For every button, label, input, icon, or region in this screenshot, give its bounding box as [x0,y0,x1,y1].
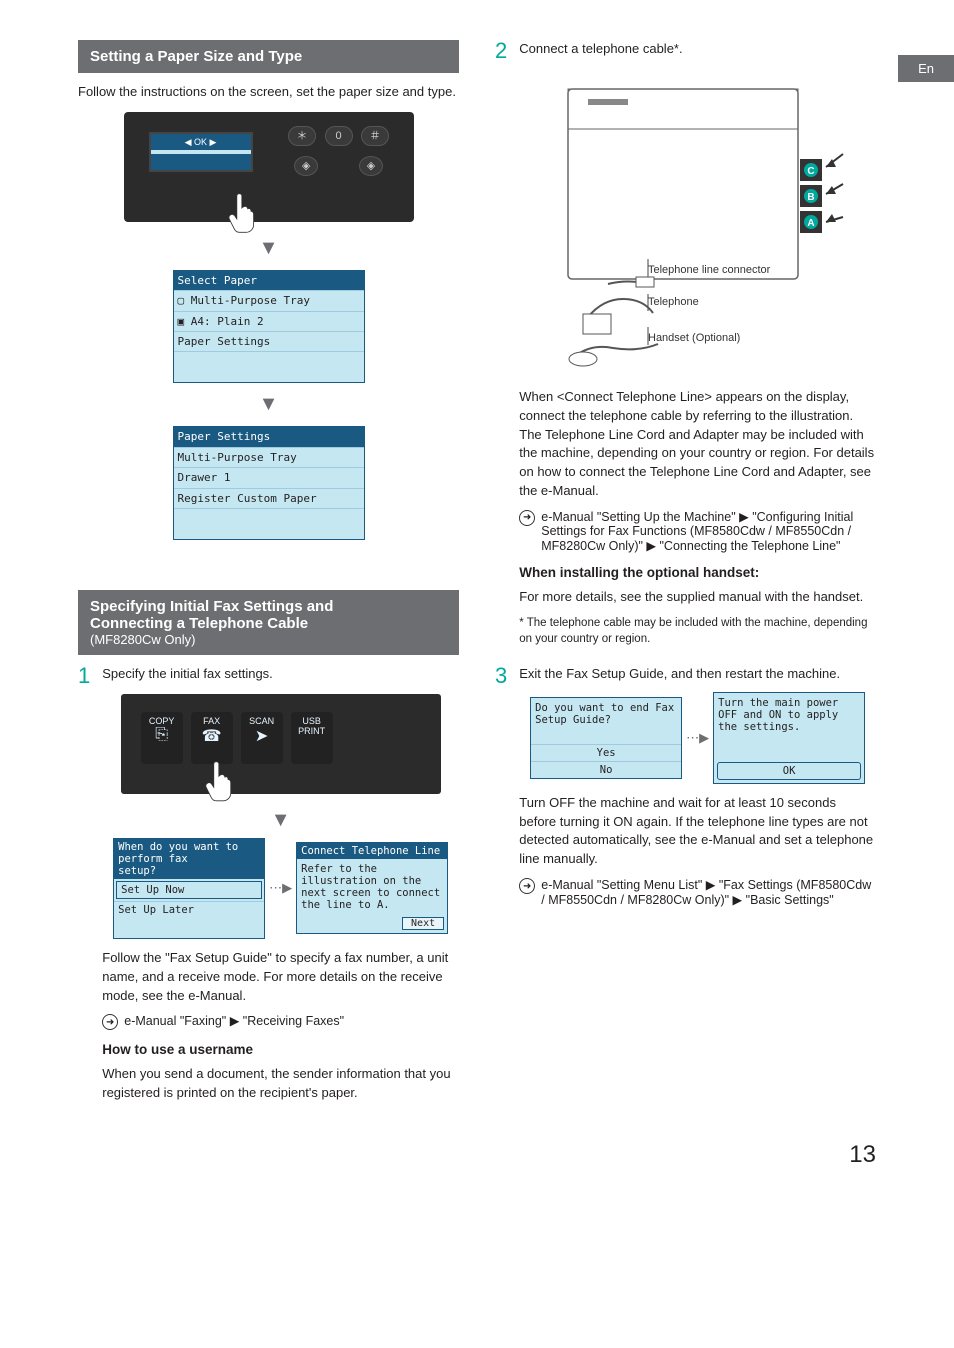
port-a-label: A [807,218,814,229]
transition-dots-icon: ⋯▶ [269,880,292,896]
lcd3b-body: Turn the main power OFF and ON to apply … [714,693,864,737]
copy-mode-button: COPY⎘ [141,712,183,764]
lcd2-body: Refer to the illustration on the next sc… [297,859,447,915]
emanual-reference: ➜ e-Manual "Setting Up the Machine" ▶ "C… [519,509,876,553]
step3-text: Exit the Fax Setup Guide, and then resta… [519,665,876,684]
ok-button: OK [717,762,861,780]
next-button: Next [402,917,444,930]
no-option: No [531,761,681,778]
transition-dots-icon: ⋯▶ [686,730,709,746]
step3-paragraph: Turn OFF the machine and wait for at lea… [519,794,876,869]
emanual-bullet-icon: ➜ [519,878,535,894]
exit-guide-lcd-b: Turn the main power OFF and ON to apply … [713,692,865,784]
mode-panel-illustration: COPY⎘ FAX☎ SCAN➤ USB PRINT [121,694,441,794]
step1-note: Follow the "Fax Setup Guide" to specify … [102,949,459,1006]
scan-mode-button: SCAN➤ [241,712,283,764]
port-c-label: C [807,166,814,177]
device-panel-illustration: ◀ OK ▶ ＊ 0 ＃ ◈ ◈ [78,112,459,227]
diamond-button-2: ◈ [359,156,383,176]
telephone-line-connector-label: Telephone line connector [648,264,771,276]
lcd-paper-settings: Paper Settings Multi-Purpose Tray Drawer… [173,426,365,540]
step2-text: Connect a telephone cable*. [519,40,876,59]
emanual-text: e-Manual "Setting Menu List" ▶ "Fax Sett… [541,877,876,907]
keypad-star-button: ＊ [288,126,316,146]
section-title-line2: Connecting a Telephone Cable [90,615,447,632]
handset-label: Handset (Optional) [648,332,740,344]
lcd2-option: Set Up Now [116,881,262,899]
step-number: 1 [78,665,90,1111]
lcd-row: Multi-Purpose Tray [174,447,364,467]
left-column: Setting a Paper Size and Type Follow the… [78,40,459,1111]
lcd-select-paper: Select Paper ▢ Multi-Purpose Tray ▣ A4: … [173,270,365,384]
emanual-reference: ➜ e-Manual "Setting Menu List" ▶ "Fax Se… [519,877,876,907]
emanual-reference: ➜ e-Manual "Faxing" ▶ "Receiving Faxes" [102,1013,459,1030]
username-paragraph: When you send a document, the sender inf… [102,1065,459,1103]
page-number: 13 [78,1141,876,1169]
emanual-text: e-Manual "Setting Up the Machine" ▶ "Con… [541,509,876,553]
nav-keys-label: ◀ OK ▶ [151,134,251,150]
fax-setup-lcd-b: Connect Telephone Line Refer to the illu… [296,842,448,934]
lcd3a-body: Do you want to end Fax Setup Guide? [531,698,681,730]
section-title: Setting a Paper Size and Type [90,48,302,65]
keypad-zero-button: 0 [325,126,353,146]
usb-mode-button: USB PRINT [291,712,333,764]
lcd-row: Drawer 1 [174,467,364,487]
fax-setup-lcd-a: When do you want to perform faxsetup? Se… [113,838,265,939]
arrow-down-icon: ▼ [78,237,459,260]
handset-paragraph: For more details, see the supplied manua… [519,588,876,607]
step1-text: Specify the initial fax settings. [102,665,459,684]
emanual-text: e-Manual "Faxing" ▶ "Receiving Faxes" [124,1013,344,1028]
lcd2-title: Connect Telephone Line [297,843,447,859]
footnote: * The telephone cable may be included wi… [519,615,876,647]
printer-illustration: C B A [519,69,876,374]
lcd2-option: Set Up Later [114,901,264,918]
handset-heading: When installing the optional handset: [519,565,876,580]
finger-pointer-icon [201,760,235,810]
emanual-bullet-icon: ➜ [102,1014,118,1030]
keypad-hash-button: ＃ [361,126,389,146]
lcd-row: ▣ A4: Plain 2 [174,311,364,331]
finger-pointer-icon [224,192,258,234]
lcd2-title-l2: setup? [118,865,156,877]
language-tab: En [898,55,954,82]
telephone-label: Telephone [648,296,699,308]
emanual-bullet-icon: ➜ [519,510,535,526]
step-number: 3 [495,665,507,915]
section-header-fax: Specifying Initial Fax Settings and Conn… [78,590,459,655]
arrow-down-icon: ▼ [78,393,459,416]
intro-paragraph: Follow the instructions on the screen, s… [78,83,459,102]
section-subtitle: (MF8280Cw Only) [90,632,447,647]
section-title-line1: Specifying Initial Fax Settings and [90,598,447,615]
lcd-title: Select Paper [174,271,364,290]
port-b-label: B [807,192,814,203]
yes-option: Yes [531,744,681,761]
section-header-paper: Setting a Paper Size and Type [78,40,459,73]
diamond-button: ◈ [294,156,318,176]
username-heading: How to use a username [102,1042,459,1057]
lcd-title: Paper Settings [174,427,364,446]
lcd-row: Paper Settings [174,331,364,351]
lcd-row: ▢ Multi-Purpose Tray [174,290,364,310]
exit-guide-lcd-a: Do you want to end Fax Setup Guide? Yes … [530,697,682,779]
lcd2-title-l1: When do you want to perform fax [118,841,238,865]
arrow-down-icon: ▼ [102,809,459,832]
fax-mode-button: FAX☎ [191,712,233,764]
step2-paragraph: When <Connect Telephone Line> appears on… [519,388,876,501]
step-number: 2 [495,40,507,655]
lcd-row: Register Custom Paper [174,488,364,508]
right-column: 2 Connect a telephone cable*. [495,40,876,1111]
